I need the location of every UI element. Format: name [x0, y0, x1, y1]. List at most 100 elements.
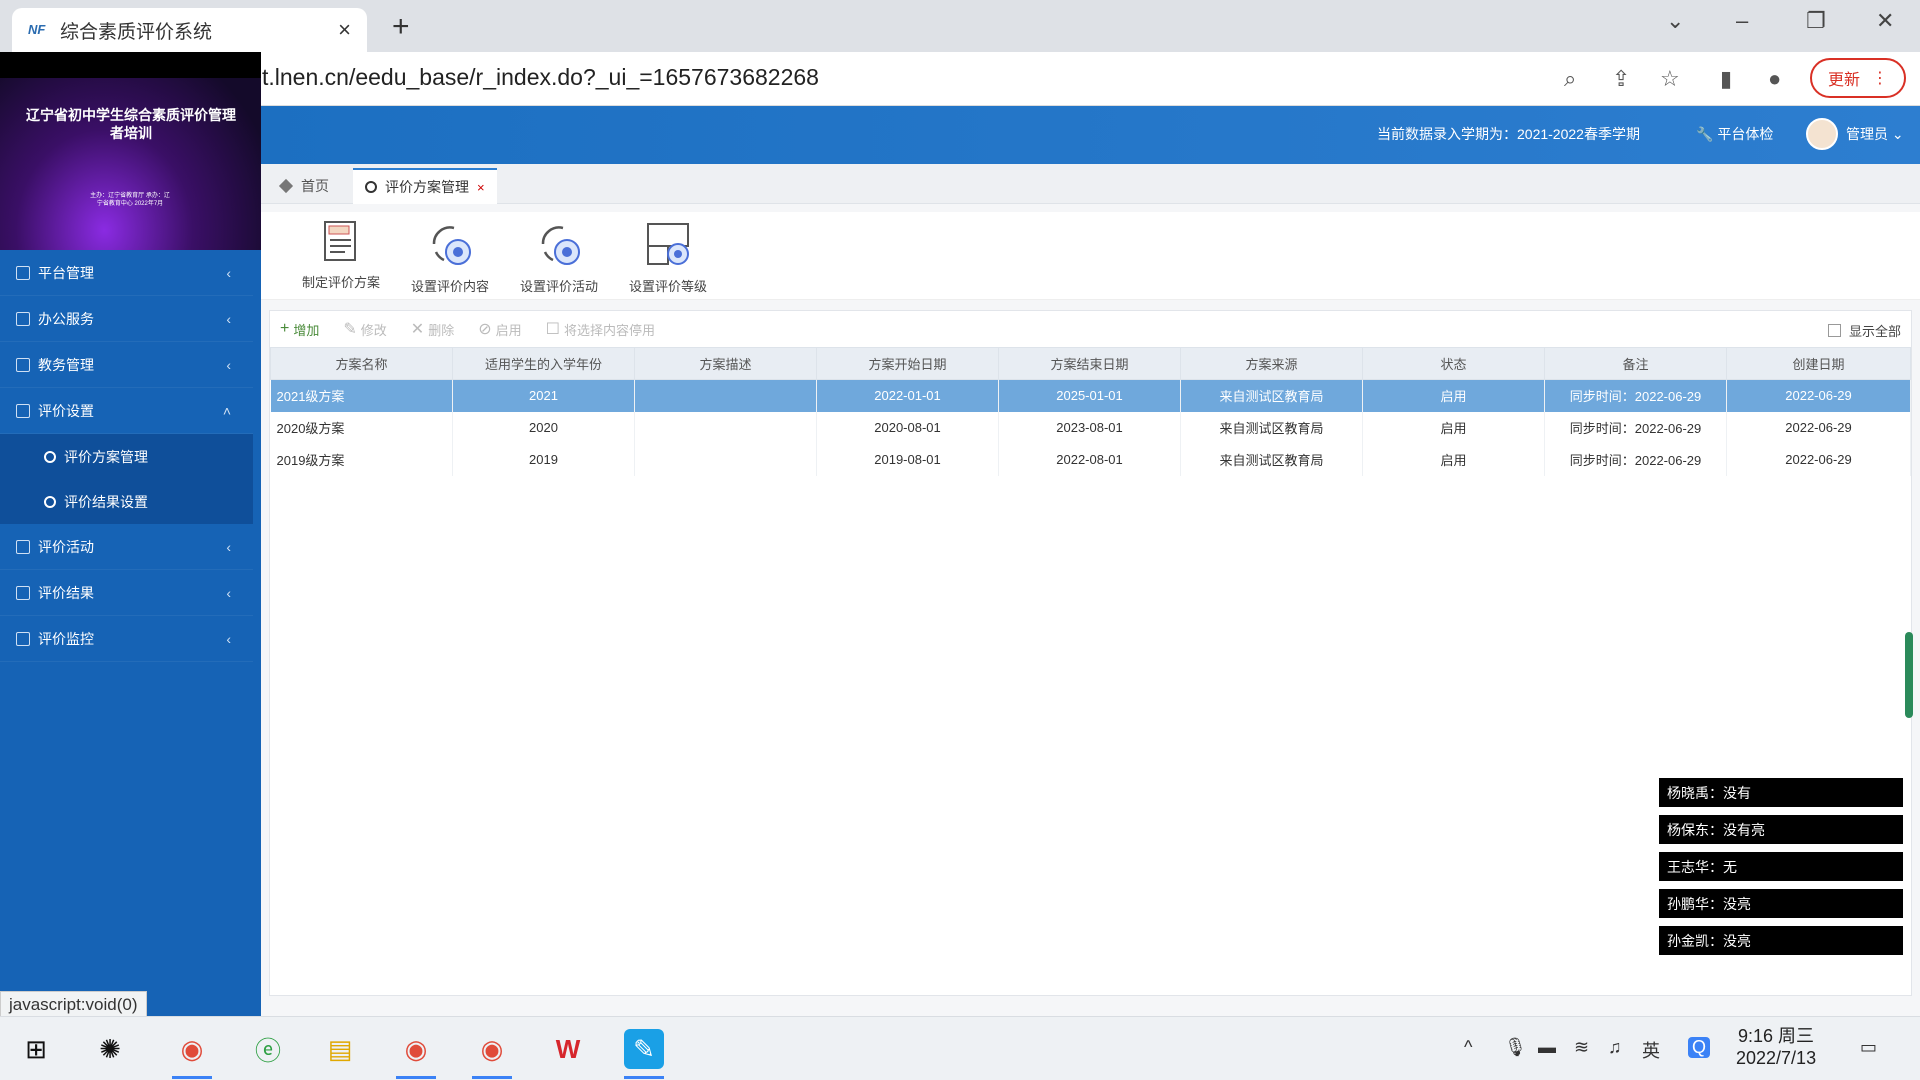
cell-year: 2020 [452, 411, 635, 444]
stop-icon: ☐ [545, 321, 560, 338]
caption-line: 王志华：无 [1659, 852, 1903, 881]
sidebar-item-platform[interactable]: 平台管理 ‹ [0, 250, 253, 296]
sidebar-item-eval-activities[interactable]: 评价活动 ‹ [0, 524, 253, 570]
plan-table: 方案名称 适用学生的入学年份 方案描述 方案开始日期 方案结束日期 方案来源 状… [270, 347, 1911, 476]
url-field[interactable]: t.lnen.cn/eedu_base/r_index.do?_ui_=1657… [262, 64, 819, 91]
settings-cycle-icon [541, 226, 580, 265]
sidebar-subitem-result-settings[interactable]: 评价结果设置 [0, 479, 253, 524]
function-toolbar: 制定评价方案 设置评价内容 设置评价活动 设置评价等级 [261, 212, 1920, 300]
tool-label: 制定评价方案 [301, 275, 380, 290]
sidebar-item-office[interactable]: 办公服务 ‹ [0, 296, 253, 342]
set-grade-button[interactable]: 设置评价等级 [618, 218, 718, 296]
column-header[interactable]: 方案结束日期 [998, 347, 1181, 380]
volume-icon[interactable]: ♫ [1608, 1037, 1622, 1058]
sidebar-item-eval-monitor[interactable]: 评价监控 ‹ [0, 616, 253, 662]
wifi-icon[interactable]: ≋ [1574, 1037, 1589, 1058]
tab-home[interactable]: 首页 [269, 168, 341, 204]
sidebar-subitem-plan-management[interactable]: 评价方案管理 [0, 434, 253, 479]
user-menu[interactable]: 管理员 ⌄ [1846, 124, 1904, 144]
system-clock[interactable]: 9:16 周三 2022/7/13 [1736, 1025, 1816, 1069]
column-header[interactable]: 方案来源 [1180, 347, 1363, 380]
checkbox-icon [1827, 324, 1841, 337]
disable-button[interactable]: ☐ 将选择内容停用 [546, 319, 655, 339]
cell-name: 2020级方案 [270, 411, 453, 444]
cell-year: 2021 [452, 379, 635, 412]
ie-browser-icon[interactable]: ⓔ [248, 1029, 288, 1069]
chrome-profile-icon[interactable]: ◉ [472, 1029, 512, 1079]
sidebar-item-academic[interactable]: 教务管理 ‹ [0, 342, 253, 388]
platform-check-link[interactable]: 🔧 平台体检 [1696, 124, 1773, 144]
avatar[interactable] [1806, 118, 1838, 150]
presentation-video-overlay: 辽宁省初中学生综合素质评价管理者培训 主办：辽宁省教育厅 承办：辽宁省教育中心 … [0, 52, 261, 250]
column-header[interactable]: 备注 [1544, 347, 1727, 380]
zoom-icon[interactable]: ⌕ [1564, 66, 1576, 92]
platform-check-label: 平台体检 [1717, 126, 1774, 142]
battery-icon[interactable]: ▬ [1538, 1037, 1556, 1058]
cell-created: 2022-06-29 [1726, 443, 1911, 476]
set-content-button[interactable]: 设置评价内容 [400, 218, 500, 296]
cell-note: 同步时间：2022-06-29 [1544, 443, 1727, 476]
tray-expand-icon[interactable]: ^ [1464, 1037, 1472, 1058]
app-pinwheel-icon[interactable]: ✺ [90, 1029, 130, 1069]
restore-button[interactable]: ❐ [1806, 8, 1826, 34]
enable-button[interactable]: ⊘ 启用 [478, 319, 521, 339]
file-explorer-icon[interactable]: ▤ [320, 1029, 360, 1069]
plan-doc-icon [324, 221, 356, 261]
table-row[interactable]: 2020级方案 2020 2020-08-01 2023-08-01 来自测试区… [270, 411, 1911, 444]
plus-icon: + [280, 320, 290, 337]
bookmark-star-icon[interactable]: ☆ [1660, 66, 1680, 92]
notification-icon[interactable]: ▭ [1860, 1037, 1877, 1058]
microphone-icon[interactable]: 🎙 [1504, 1037, 1527, 1058]
new-tab-button[interactable]: + [392, 10, 410, 44]
clock-date: 2022/7/13 [1736, 1048, 1817, 1068]
make-plan-button[interactable]: 制定评价方案 [291, 218, 391, 292]
cell-desc [634, 443, 817, 476]
side-panel-icon[interactable]: ▮ [1720, 66, 1732, 92]
chrome-profile-icon[interactable]: ◉ [172, 1029, 212, 1079]
sidebar-item-eval-results[interactable]: 评价结果 ‹ [0, 570, 253, 616]
status-bar-url: javascript:void(0) [0, 991, 147, 1019]
column-header[interactable]: 状态 [1362, 347, 1545, 380]
sidebar-item-label: 办公服务 [38, 310, 94, 327]
address-bar: t.lnen.cn/eedu_base/r_index.do?_ui_=1657… [0, 52, 1920, 106]
close-window-button[interactable]: ✕ [1876, 8, 1894, 34]
qq-browser-icon[interactable]: Q [1688, 1037, 1711, 1058]
input-method-icon[interactable]: 英 [1642, 1037, 1660, 1063]
column-header[interactable]: 方案描述 [634, 347, 817, 380]
column-header[interactable]: 适用学生的入学年份 [452, 347, 635, 380]
cell-source: 来自测试区教育局 [1180, 411, 1363, 444]
minimize-button[interactable]: – [1736, 8, 1748, 34]
chrome-icon[interactable]: ◉ [396, 1029, 436, 1079]
browser-tab[interactable]: NF 综合素质评价系统 × [12, 8, 367, 52]
tab-search-icon[interactable]: ⌄ [1666, 8, 1684, 34]
profile-icon[interactable]: ● [1768, 66, 1781, 92]
meeting-app-icon[interactable]: ✎ [624, 1029, 664, 1079]
tab-plan-management[interactable]: 评价方案管理 × [353, 168, 497, 204]
cell-source: 来自测试区教育局 [1180, 443, 1363, 476]
cell-start: 2019-08-01 [816, 443, 999, 476]
show-all-checkbox[interactable]: 显示全部 [1827, 321, 1901, 340]
set-activity-button[interactable]: 设置评价活动 [509, 218, 609, 296]
table-row[interactable]: 2021级方案 2021 2022-01-01 2025-01-01 来自测试区… [270, 379, 1911, 412]
edit-button[interactable]: ✎ 修改 [343, 319, 386, 339]
wps-office-icon[interactable]: W [548, 1029, 588, 1069]
windows-start-icon[interactable]: ⊞ [16, 1029, 56, 1069]
cell-year: 2019 [452, 443, 635, 476]
scrollbar-thumb[interactable] [1905, 632, 1913, 718]
add-button[interactable]: + 增加 [280, 320, 319, 339]
update-button[interactable]: 更新 ⋮ [1810, 58, 1906, 98]
column-header[interactable]: 创建日期 [1726, 347, 1911, 380]
delete-button[interactable]: ✕ 删除 [411, 319, 454, 339]
sidebar-subitem-label: 评价方案管理 [64, 448, 148, 465]
share-icon[interactable]: ⇪ [1612, 66, 1630, 92]
close-tab-icon[interactable]: × [338, 17, 351, 43]
enable-label: 启用 [495, 322, 522, 338]
tab-home-label: 首页 [301, 178, 329, 194]
cell-name: 2021级方案 [270, 379, 453, 412]
table-row[interactable]: 2019级方案 2019 2019-08-01 2022-08-01 来自测试区… [270, 443, 1911, 476]
sidebar-item-eval-settings[interactable]: 评价设置 ˄ [0, 388, 253, 434]
close-tab-icon[interactable]: × [477, 180, 485, 195]
chevron-left-icon: ‹ [226, 264, 231, 281]
column-header[interactable]: 方案开始日期 [816, 347, 999, 380]
column-header[interactable]: 方案名称 [270, 347, 453, 380]
